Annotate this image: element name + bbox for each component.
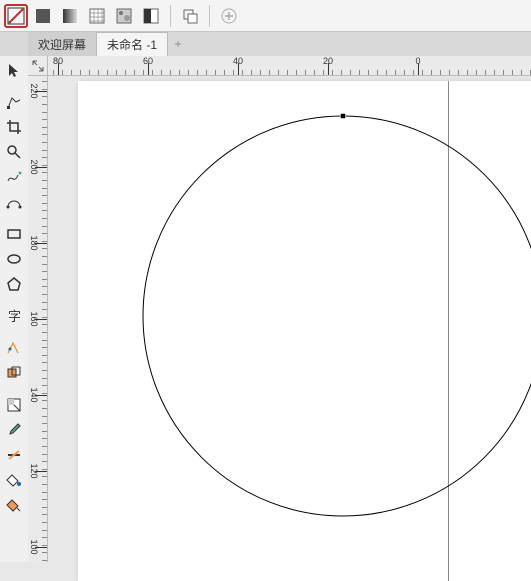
- tab-welcome[interactable]: 欢迎屏幕: [28, 32, 97, 56]
- tab-untitled[interactable]: 未命名 -1: [97, 32, 168, 56]
- ruler-origin-button[interactable]: [28, 56, 48, 76]
- separator: [209, 5, 210, 27]
- dropper-tool[interactable]: [2, 418, 26, 442]
- tab-label: 欢迎屏幕: [38, 36, 86, 53]
- blend-tool[interactable]: [2, 336, 26, 360]
- canvas-viewport[interactable]: [48, 76, 531, 562]
- bezier-tool[interactable]: [2, 190, 26, 214]
- document-tab-bar: 欢迎屏幕 未命名 -1 +: [0, 32, 531, 56]
- solid-fill-button[interactable]: [31, 4, 55, 28]
- canvas-area: 806040200 220200180160140120100: [28, 56, 531, 562]
- plus-icon: +: [175, 37, 182, 51]
- circle-shape[interactable]: [143, 116, 531, 516]
- ruler-tick-label: 160: [29, 311, 39, 326]
- ruler-tick-label: 80: [53, 56, 63, 66]
- ruler-tick-label: 20: [323, 56, 333, 66]
- texture-fill-button[interactable]: [112, 4, 136, 28]
- toolbox: 字: [0, 56, 28, 562]
- node-handle[interactable]: [341, 114, 346, 119]
- tab-add-button[interactable]: +: [168, 32, 188, 56]
- fill-tool[interactable]: [2, 468, 26, 492]
- main-area: 字 806040200 220200180160140120100: [0, 56, 531, 562]
- gradient-fill-button[interactable]: [58, 4, 82, 28]
- pattern-fill-button[interactable]: [85, 4, 109, 28]
- horizontal-ruler[interactable]: 80 60 40 20 0: [48, 56, 531, 76]
- vertical-ruler[interactable]: 220 200 180 160 140 120 100: [28, 76, 48, 562]
- property-toolbar: [0, 0, 531, 32]
- crop-tool[interactable]: [2, 115, 26, 139]
- ruler-tick-label: 120: [29, 463, 39, 478]
- outline-tool[interactable]: [2, 443, 26, 467]
- ruler-tick-label: 180: [29, 235, 39, 250]
- svg-text:字: 字: [8, 309, 21, 324]
- tab-label: 未命名 -1: [107, 36, 157, 53]
- ruler-tick-label: 40: [233, 56, 243, 66]
- separator: [170, 5, 171, 27]
- rectangle-tool[interactable]: [2, 222, 26, 246]
- add-button[interactable]: [217, 4, 241, 28]
- ellipse-tool[interactable]: [2, 247, 26, 271]
- interactive-fill-tool[interactable]: [2, 493, 26, 517]
- transparency-tool[interactable]: [2, 393, 26, 417]
- ruler-tick-label: 60: [143, 56, 153, 66]
- polygon-tool[interactable]: [2, 272, 26, 296]
- ruler-tick-label: 0: [415, 56, 420, 66]
- ruler-tick-label: 100: [29, 539, 39, 554]
- text-tool[interactable]: 字: [2, 304, 26, 328]
- page: [78, 81, 531, 581]
- pick-tool[interactable]: [2, 58, 26, 82]
- freehand-tool[interactable]: [2, 165, 26, 189]
- two-color-button[interactable]: [139, 4, 163, 28]
- ruler-tick-label: 200: [29, 159, 39, 174]
- zoom-tool[interactable]: [2, 140, 26, 164]
- ruler-tick-label: 220: [29, 83, 39, 98]
- shape-tool[interactable]: [2, 90, 26, 114]
- distort-tool[interactable]: [2, 361, 26, 385]
- no-fill-button[interactable]: [4, 4, 28, 28]
- ruler-tick-label: 140: [29, 387, 39, 402]
- copy-properties-button[interactable]: [178, 4, 202, 28]
- drawing-layer: [78, 81, 531, 581]
